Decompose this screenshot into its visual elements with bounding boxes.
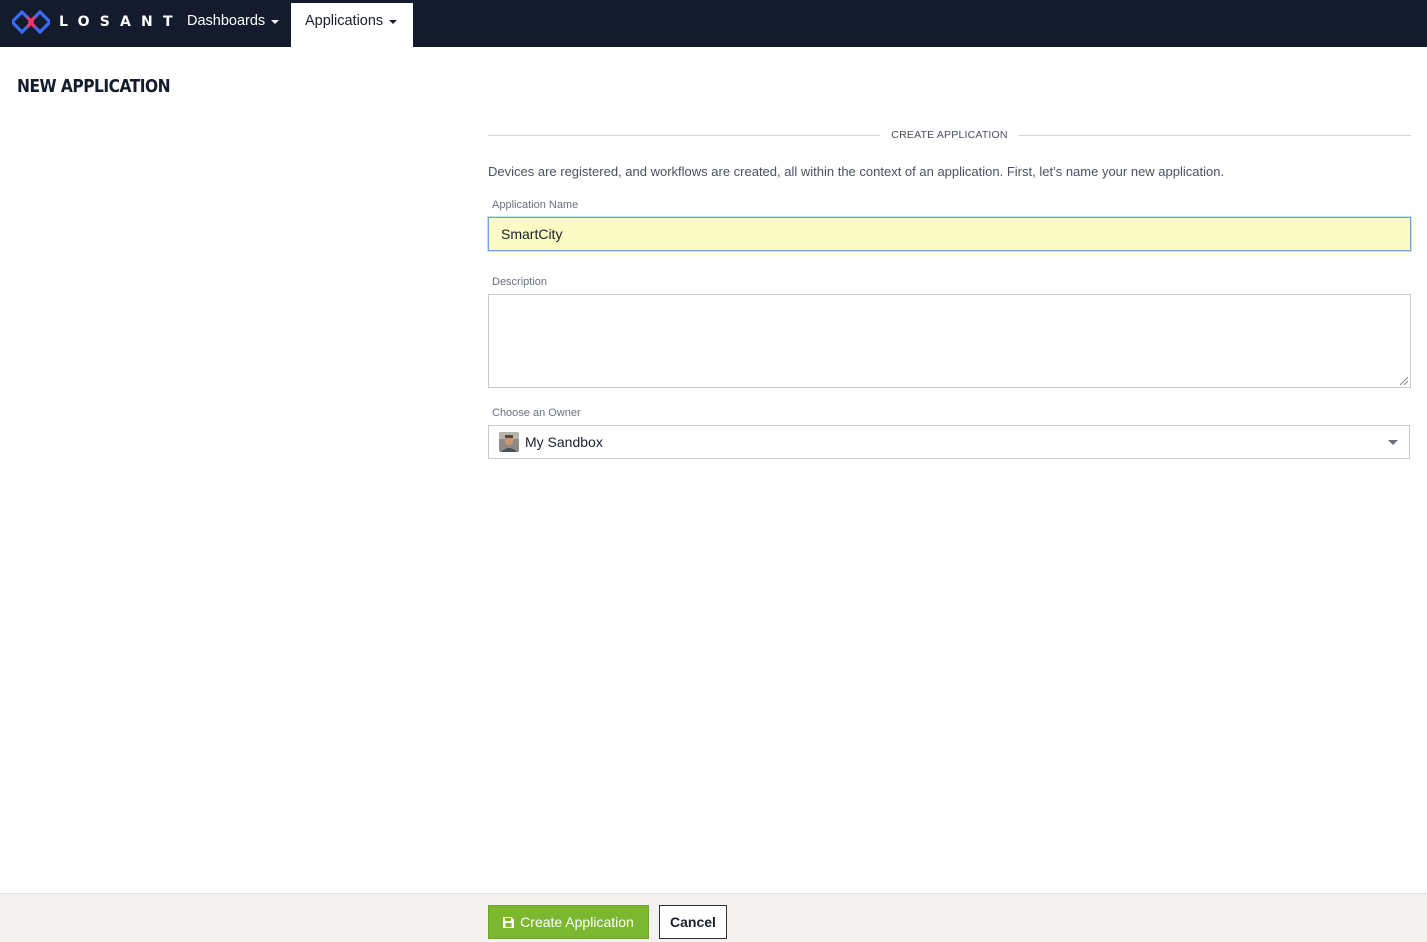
create-application-form: CREATE APPLICATION Devices are registere… [488,125,1411,459]
section-divider: CREATE APPLICATION [488,125,1411,145]
nav-applications[interactable]: Applications [291,3,413,47]
description-label: Description [492,276,548,288]
application-name-label: Application Name [492,199,579,211]
nav-applications-label: Applications [305,13,384,29]
cancel-label: Cancel [670,914,716,930]
user-avatar-icon [499,432,519,452]
top-navbar: LOSANT Dashboards Applications [0,0,1427,47]
divider-line [1018,134,1411,136]
form-action-bar: Create Application Cancel [0,893,1427,942]
owner-select[interactable]: My Sandbox [488,425,1410,459]
form-intro-text: Devices are registered, and workflows ar… [488,164,1225,179]
losant-logo-icon [12,10,50,34]
owner-select-value: My Sandbox [525,434,603,450]
nav-dashboards-label: Dashboards [187,13,266,29]
resize-handle-icon[interactable] [1400,377,1408,385]
page-title: NEW APPLICATION [17,76,171,97]
application-name-input[interactable]: SmartCity [488,217,1411,251]
brand-name: LOSANT [59,14,183,30]
save-icon [503,916,515,928]
chevron-down-icon [271,20,280,24]
chevron-down-icon [1388,440,1398,445]
description-textarea[interactable] [488,294,1411,388]
create-application-label: Create Application [520,914,634,930]
application-name-value: SmartCity [501,226,563,242]
section-title: CREATE APPLICATION [891,129,1008,141]
create-application-button[interactable]: Create Application [488,905,649,939]
owner-label: Choose an Owner [492,407,581,419]
divider-line [488,134,881,136]
nav-dashboards[interactable]: Dashboards [173,3,293,47]
brand[interactable]: LOSANT [12,10,183,34]
cancel-button[interactable]: Cancel [659,905,727,939]
chevron-down-icon [389,20,398,24]
